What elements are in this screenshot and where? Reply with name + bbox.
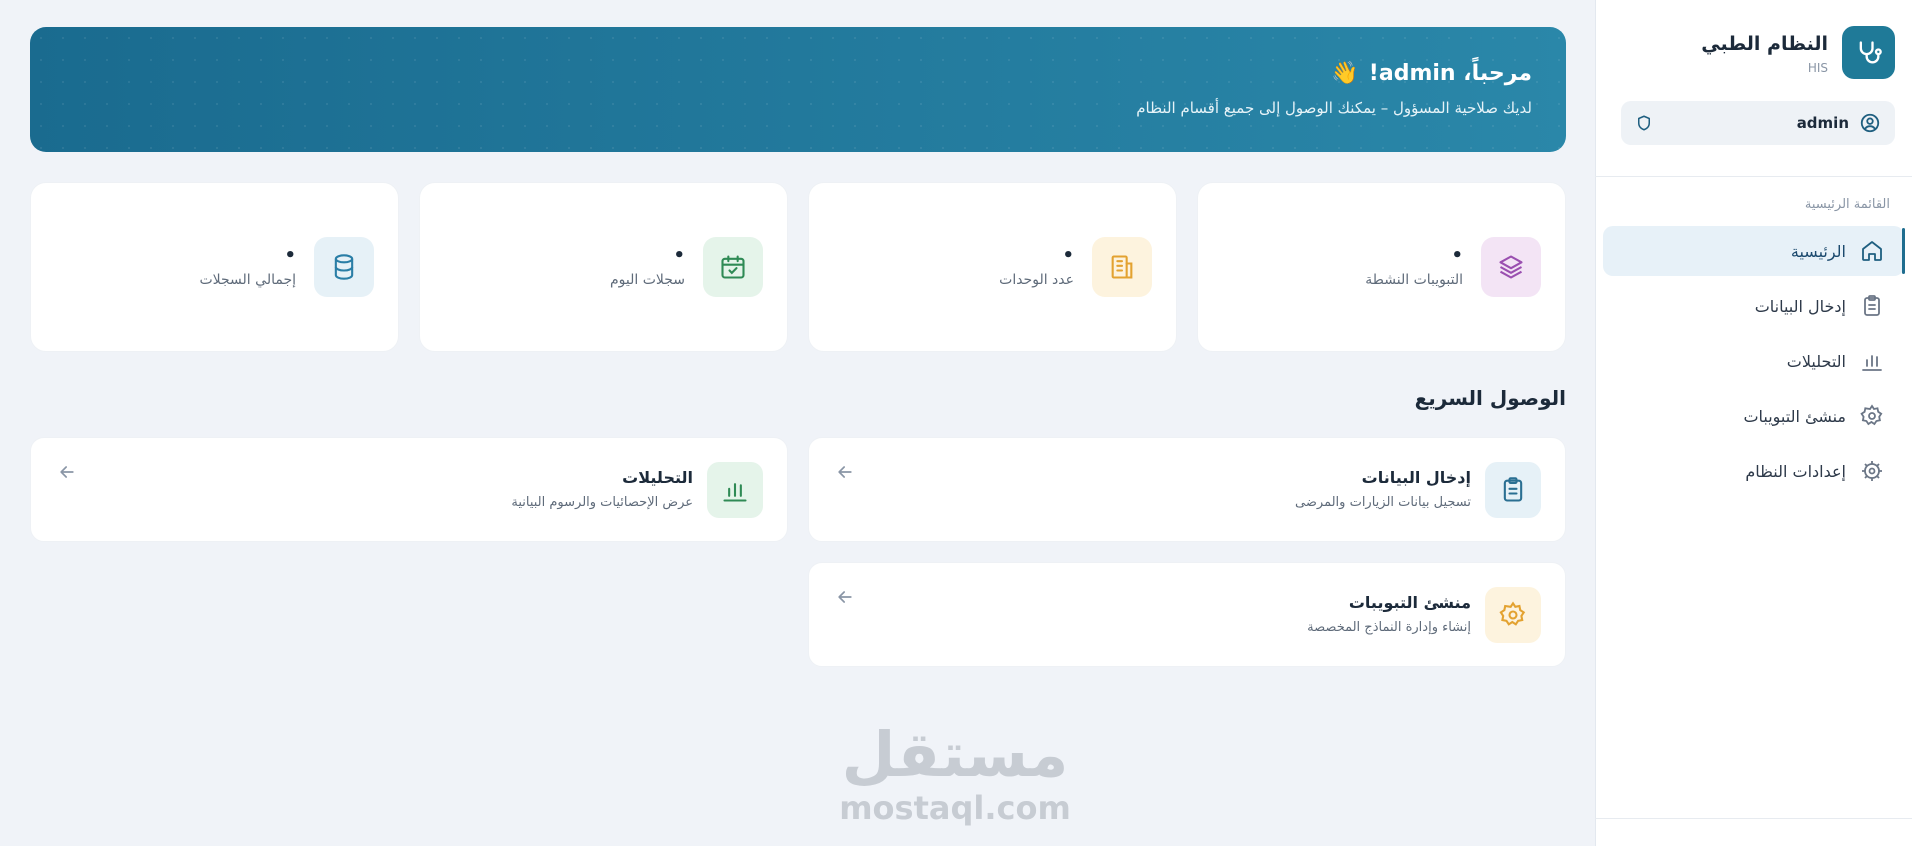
watermark-arabic: مستقل	[841, 718, 1069, 791]
calendar-icon	[703, 237, 763, 297]
sidebar-item-label: التحليلات	[1786, 351, 1846, 371]
stat-label: التبويبات النشطة	[1365, 272, 1463, 288]
stat-card-active-tabs: • التبويبات النشطة	[1197, 182, 1566, 352]
sidebar-divider	[1595, 176, 1912, 177]
sidebar-item-label: إعدادات النظام	[1745, 461, 1846, 481]
arrow-left-icon	[835, 462, 855, 482]
quick-access-analytics[interactable]: التحليلات عرض الإحصائيات والرسوم البياني…	[30, 437, 788, 542]
user-pill[interactable]: admin	[1621, 101, 1895, 145]
clipboard-icon	[1860, 294, 1884, 318]
quick-access-item-desc: تسجيل بيانات الزيارات والمرضى	[1295, 495, 1471, 510]
stat-label: سجلات اليوم	[609, 272, 685, 288]
main-content: مرحباً، admin! 👋 لديك صلاحية المسؤول – ي…	[0, 0, 1595, 846]
watermark: مستقل mostaql.com	[830, 718, 1080, 827]
sidebar-item-analytics[interactable]: التحليلات	[1603, 336, 1904, 386]
quick-access-item-desc: عرض الإحصائيات والرسوم البيانية	[511, 495, 693, 510]
welcome-banner: مرحباً، admin! 👋 لديك صلاحية المسؤول – ي…	[30, 27, 1566, 152]
sidebar-section-label: القائمة الرئيسية	[1804, 197, 1890, 212]
sidebar-item-data-entry[interactable]: إدخال البيانات	[1603, 281, 1904, 331]
brand-subtitle: HIS	[1807, 60, 1828, 75]
sidebar-item-label: الرئيسية	[1790, 241, 1846, 261]
home-icon	[1860, 239, 1884, 263]
bar-chart-icon	[1860, 349, 1884, 373]
quick-access-item-title: التحليلات	[622, 468, 693, 487]
watermark-latin: mostaql.com	[839, 789, 1071, 827]
stat-value: •	[284, 245, 296, 266]
sidebar-item-tab-builder[interactable]: منشئ التبويبات	[1603, 391, 1904, 441]
sidebar-item-system-settings[interactable]: إعدادات النظام	[1603, 446, 1904, 496]
stat-label: إجمالي السجلات	[199, 272, 296, 288]
gear-icon	[1485, 587, 1541, 643]
sidebar-item-label: منشئ التبويبات	[1743, 406, 1846, 426]
brand[interactable]: النظام الطبي HIS	[1701, 26, 1895, 79]
user-name: admin	[1796, 114, 1849, 132]
settings-icon	[1860, 459, 1884, 483]
banner-subtitle: لديك صلاحية المسؤول – يمكنك الوصول إلى ج…	[1136, 99, 1532, 117]
stat-value: •	[1062, 245, 1074, 266]
user-circle-icon	[1859, 112, 1881, 134]
building-icon	[1092, 237, 1152, 297]
waving-hand-icon: 👋	[1331, 61, 1359, 86]
quick-access-item-title: منشئ التبويبات	[1348, 593, 1471, 612]
shield-icon	[1635, 114, 1653, 132]
quick-access-title: الوصول السريع	[1414, 386, 1566, 410]
sidebar: النظام الطبي HIS admin القائمة الرئيسية	[1595, 0, 1912, 846]
layers-icon	[1481, 237, 1541, 297]
stat-card-units: • عدد الوحدات	[808, 182, 1177, 352]
sidebar-item-home[interactable]: الرئيسية	[1603, 226, 1905, 276]
sidebar-footer-divider	[1595, 818, 1912, 819]
database-icon	[314, 237, 374, 297]
bar-chart-icon	[707, 462, 763, 518]
stethoscope-icon	[1842, 26, 1895, 79]
banner-title-text: مرحباً، admin!	[1368, 61, 1532, 86]
arrow-left-icon	[57, 462, 77, 482]
gear-icon	[1860, 404, 1884, 428]
sidebar-item-label: إدخال البيانات	[1754, 296, 1846, 316]
banner-title: مرحباً، admin! 👋	[1331, 61, 1532, 86]
stat-label: عدد الوحدات	[999, 272, 1074, 288]
stat-value: •	[1451, 245, 1463, 266]
quick-access-item-title: إدخال البيانات	[1361, 468, 1471, 487]
sidebar-nav: الرئيسية إدخال البيانات التحليلات منشئ ا…	[1603, 226, 1905, 501]
stat-card-today-records: • سجلات اليوم	[419, 182, 788, 352]
stat-card-total-records: • إجمالي السجلات	[30, 182, 399, 352]
clipboard-icon	[1485, 462, 1541, 518]
stats-row: • إجمالي السجلات • سجلات اليوم • عدد الو…	[30, 182, 1566, 352]
quick-access-tab-builder[interactable]: منشئ التبويبات إنشاء وإدارة النماذج المخ…	[808, 562, 1566, 667]
quick-access-data-entry[interactable]: إدخال البيانات تسجيل بيانات الزيارات وال…	[808, 437, 1566, 542]
arrow-left-icon	[835, 587, 855, 607]
stat-value: •	[673, 245, 685, 266]
quick-access-item-desc: إنشاء وإدارة النماذج المخصصة	[1307, 620, 1471, 635]
brand-title: النظام الطبي	[1701, 32, 1828, 55]
